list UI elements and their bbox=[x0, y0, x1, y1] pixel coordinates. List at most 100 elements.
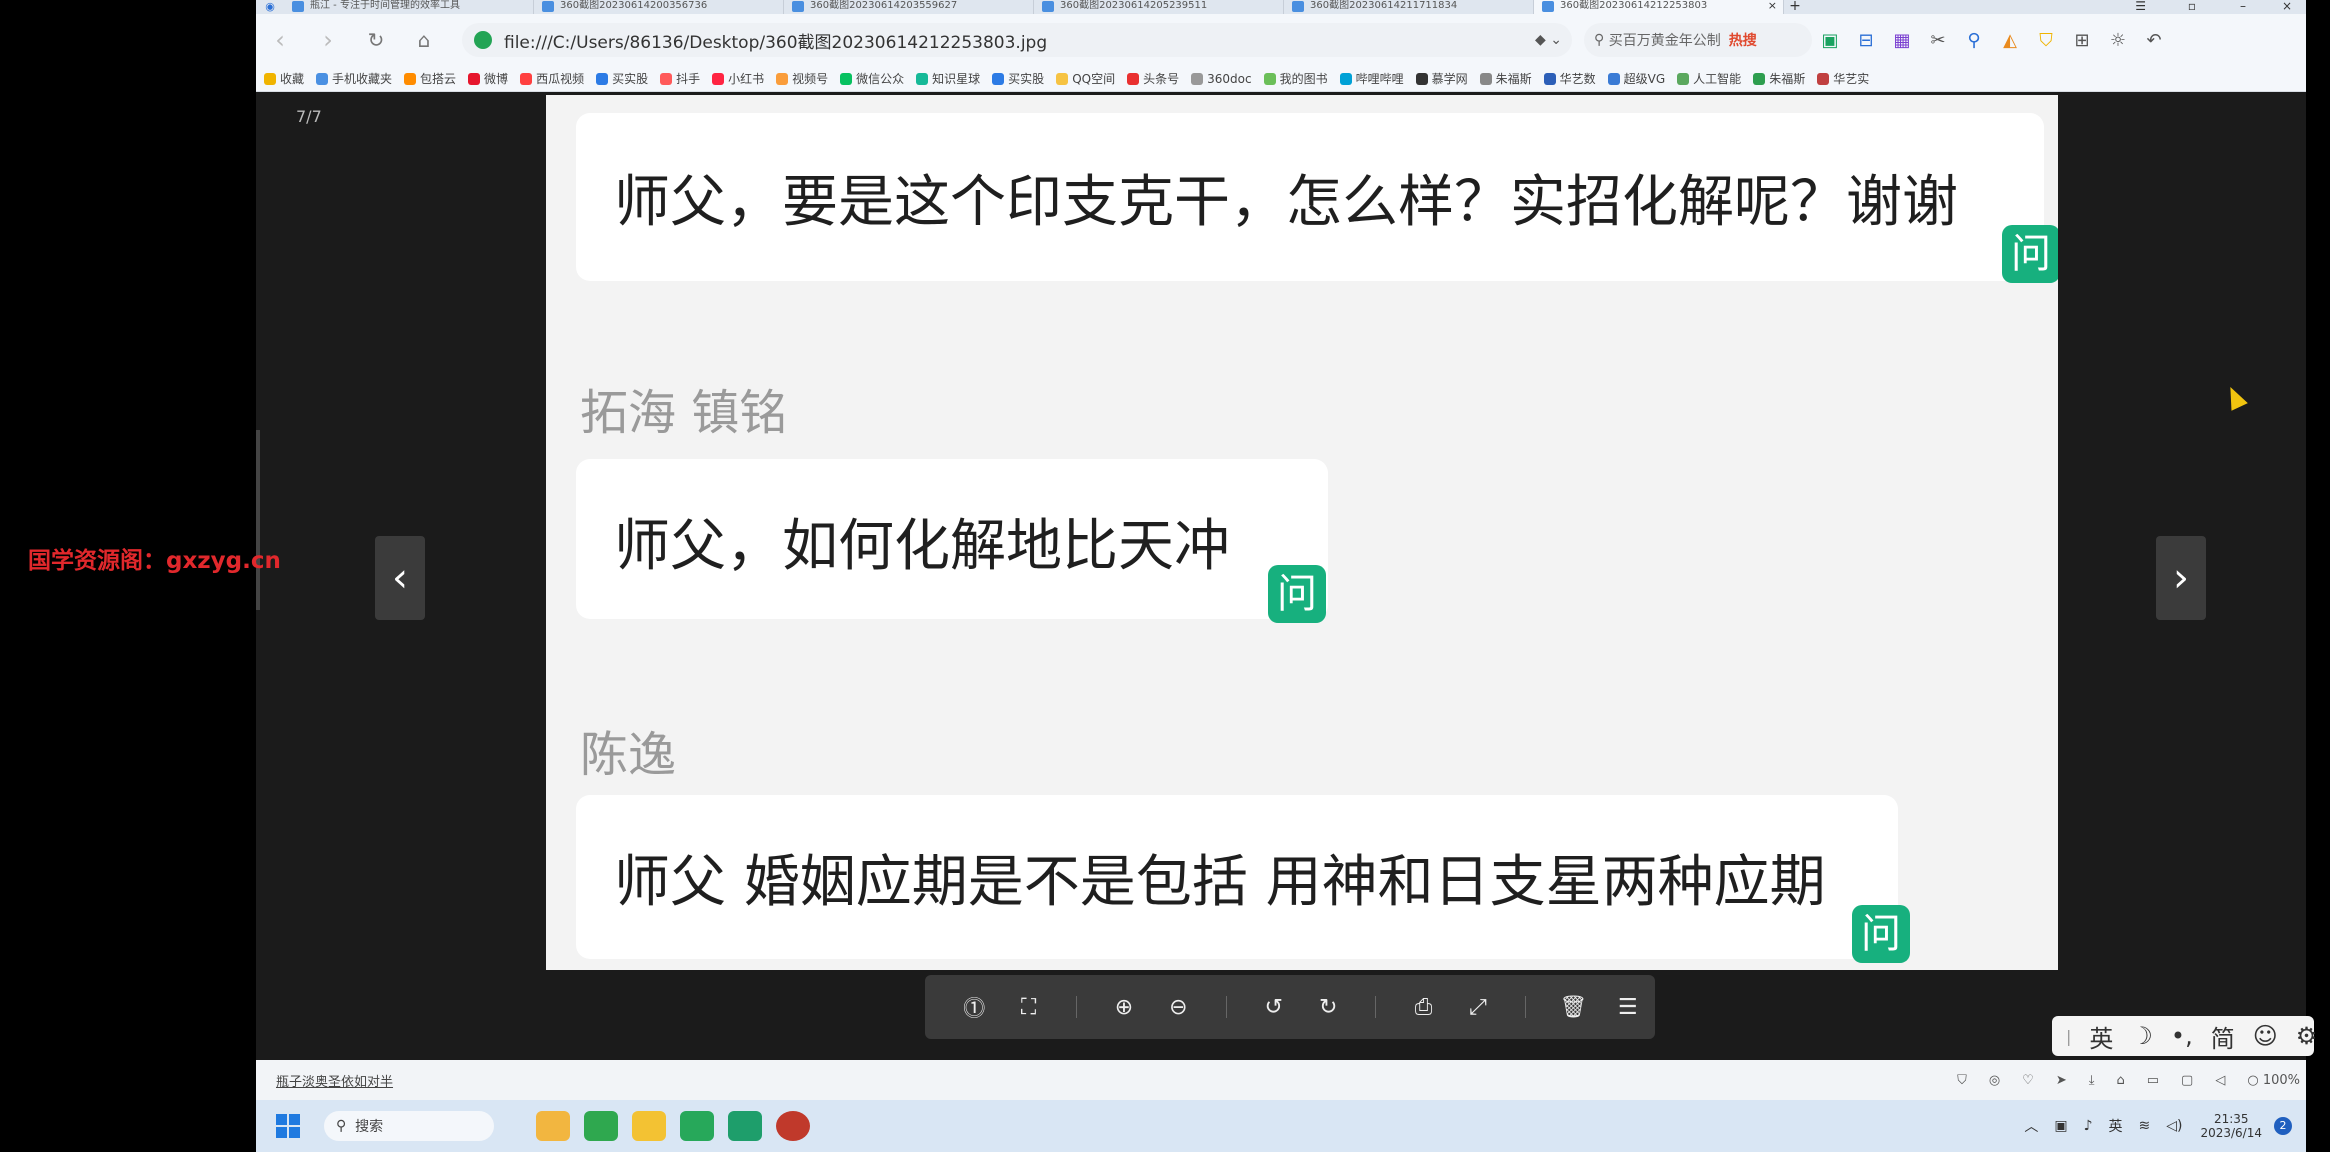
bookmark-item[interactable]: 哔哩哔哩 bbox=[1339, 70, 1404, 87]
fit-window-icon[interactable]: ⛶ bbox=[1001, 995, 1055, 1020]
bookmark-item[interactable]: 超级VG bbox=[1607, 70, 1665, 87]
screen-status-icon[interactable]: ▢ bbox=[2181, 1073, 2193, 1088]
tab-0[interactable]: 瓶江 - 专注于时间管理的效率工具 bbox=[284, 0, 534, 14]
tray-chevron-icon[interactable]: ︿ bbox=[2024, 1116, 2038, 1136]
camera-status-icon[interactable]: ◎ bbox=[1989, 1073, 2000, 1088]
ime-moon-icon[interactable]: ☽ bbox=[2131, 1022, 2153, 1050]
back-icon[interactable]: ‹ bbox=[256, 26, 304, 54]
rotate-right-icon[interactable]: ↻ bbox=[1301, 995, 1355, 1020]
rotate-left-icon[interactable]: ↺ bbox=[1247, 995, 1301, 1020]
bookmark-item[interactable]: 买实股 bbox=[992, 70, 1044, 87]
extension-grid-icon[interactable]: ▦ bbox=[1884, 30, 1920, 51]
bookmark-item[interactable]: 慕学网 bbox=[1415, 70, 1468, 87]
bookmark-item[interactable]: 视频号 bbox=[776, 70, 828, 87]
taskbar-app-screen[interactable] bbox=[728, 1111, 762, 1141]
bookmark-item[interactable]: 360doc bbox=[1191, 72, 1252, 86]
clock[interactable]: 21:35 2023/6/14 bbox=[2200, 1112, 2262, 1140]
ime-mode[interactable]: 英 bbox=[2089, 1019, 2113, 1054]
bookmark-item[interactable]: 收藏 bbox=[264, 70, 304, 87]
bookmark-item[interactable]: 知识星球 bbox=[916, 70, 980, 87]
tab-2[interactable]: 360截图20230614203559627 bbox=[784, 0, 1034, 14]
actual-size-icon[interactable]: ⓵ bbox=[947, 991, 1001, 1023]
taskbar-app-browser[interactable] bbox=[680, 1111, 714, 1141]
ime-settings-icon[interactable]: ⚙ bbox=[2296, 1022, 2318, 1050]
magnifier-icon[interactable]: ⚲ bbox=[1956, 30, 1992, 51]
home-icon[interactable]: ⌂ bbox=[400, 28, 448, 52]
bookmark-item[interactable]: 华艺数 bbox=[1543, 70, 1596, 87]
ime-simplified[interactable]: 简 bbox=[2211, 1019, 2235, 1054]
bookmark-item[interactable]: 朱福斯 bbox=[1479, 70, 1532, 87]
print-icon[interactable]: ⎙ bbox=[1396, 995, 1450, 1020]
tab-4[interactable]: 360截图20230614211711834 bbox=[1284, 0, 1534, 14]
window-close-icon[interactable]: × bbox=[2282, 0, 2292, 12]
extension-shield-icon[interactable]: ⛉ bbox=[2028, 30, 2064, 51]
scissors-icon[interactable]: ✂ bbox=[1920, 30, 1956, 51]
taskbar-app-widget[interactable] bbox=[536, 1111, 570, 1141]
notification-badge[interactable]: 2 bbox=[2274, 1117, 2292, 1135]
brightness-icon[interactable]: ☼ bbox=[2100, 30, 2136, 51]
volume-status-icon[interactable]: ◁ bbox=[2215, 1073, 2225, 1088]
tray-volume-icon[interactable]: ◁) bbox=[2166, 1118, 2182, 1134]
taskbar-app-edge[interactable] bbox=[584, 1111, 618, 1141]
tab-active[interactable]: 360截图20230614212253803 × bbox=[1534, 0, 1784, 14]
bookmark-item[interactable]: QQ空间 bbox=[1056, 70, 1115, 87]
taskbar-app-explorer[interactable] bbox=[632, 1111, 666, 1141]
heart-status-icon[interactable]: ♡ bbox=[2022, 1073, 2034, 1088]
tab-1[interactable]: 360截图20230614200356736 bbox=[534, 0, 784, 14]
taskbar-search[interactable]: ⚲ 搜索 bbox=[324, 1111, 494, 1141]
bookmark-item[interactable]: 华艺实 bbox=[1817, 70, 1869, 87]
tray-mic-icon[interactable]: ♪ bbox=[2084, 1118, 2093, 1134]
browser-logo-icon[interactable]: ◉ bbox=[256, 0, 284, 14]
next-image-button[interactable]: › bbox=[2156, 536, 2206, 620]
forward-icon[interactable]: › bbox=[304, 26, 352, 54]
previous-image-button[interactable]: ‹ bbox=[375, 536, 425, 620]
page-status-icon[interactable]: ▭ bbox=[2147, 1073, 2159, 1088]
home-status-icon[interactable]: ⌂ bbox=[2116, 1073, 2124, 1088]
zoom-in-icon[interactable]: ⊕ bbox=[1097, 995, 1151, 1020]
fullscreen-icon[interactable]: ⤢ bbox=[1451, 995, 1505, 1020]
bookmark-item[interactable]: 人工智能 bbox=[1677, 70, 1741, 87]
refresh-icon[interactable]: ↻ bbox=[352, 28, 400, 52]
bookmark-item[interactable]: 微信公众 bbox=[840, 70, 904, 87]
ime-emoji-icon[interactable]: ☺ bbox=[2253, 1022, 2278, 1050]
address-bar[interactable]: file:///C:/Users/86136/Desktop/360截图2023… bbox=[462, 23, 1572, 57]
bookmark-item[interactable]: 小红书 bbox=[712, 70, 764, 87]
send-status-icon[interactable]: ➤ bbox=[2056, 1073, 2067, 1088]
address-dropdown-icon[interactable]: ◆ ⌄ bbox=[1535, 32, 1562, 48]
bookmark-item[interactable]: 我的图书 bbox=[1263, 70, 1328, 87]
search-box[interactable]: ⚲ 买百万黄金年公制 热搜 bbox=[1584, 23, 1812, 57]
taskbar-app-record[interactable] bbox=[776, 1111, 810, 1141]
shield-status-icon[interactable]: ⛉ bbox=[1957, 1073, 1967, 1088]
tray-app-icon[interactable]: ▣ bbox=[2054, 1118, 2067, 1134]
menu-icon[interactable]: ☰ bbox=[1601, 995, 1655, 1020]
grid-apps-icon[interactable]: ⊞ bbox=[2064, 30, 2100, 51]
tab-3[interactable]: 360截图20230614205239511 bbox=[1034, 0, 1284, 14]
window-restore-icon[interactable]: ▫ bbox=[2188, 0, 2196, 12]
extension-minus-icon[interactable]: ⊟ bbox=[1848, 30, 1884, 51]
new-tab-button[interactable]: + bbox=[1784, 0, 1806, 14]
ime-punct-icon[interactable]: •, bbox=[2171, 1022, 2193, 1050]
window-minimize-icon[interactable]: – bbox=[2240, 0, 2246, 12]
bookmark-item[interactable]: 手机收藏夹 bbox=[316, 70, 392, 87]
tab-close-icon[interactable]: × bbox=[1768, 0, 1777, 12]
zoom-out-icon[interactable]: ⊖ bbox=[1151, 995, 1205, 1020]
download-status-icon[interactable]: ⤓ bbox=[2089, 1073, 2095, 1088]
extension-chat-icon[interactable]: ▣ bbox=[1812, 30, 1848, 51]
bookmark-item[interactable]: 头条号 bbox=[1127, 70, 1179, 87]
bookmark-item[interactable]: 朱福斯 bbox=[1753, 70, 1805, 87]
undo-icon[interactable]: ↶ bbox=[2136, 30, 2172, 51]
tray-wifi-icon[interactable]: ≋ bbox=[2139, 1118, 2151, 1134]
bookmark-item[interactable]: 微博 bbox=[468, 70, 508, 87]
zoom-level[interactable]: ○ 100% bbox=[2247, 1073, 2300, 1088]
start-button[interactable] bbox=[276, 1114, 300, 1138]
bookmark-item[interactable]: 包搭云 bbox=[404, 70, 456, 87]
extension-fox-icon[interactable]: ◭ bbox=[1992, 30, 2028, 51]
tray-language[interactable]: 英 bbox=[2109, 1116, 2123, 1136]
bookmark-item[interactable]: 抖手 bbox=[660, 70, 700, 87]
ime-handle-icon[interactable]: | bbox=[2066, 1027, 2071, 1046]
delete-icon[interactable]: 🗑 bbox=[1546, 995, 1600, 1020]
bookmark-item[interactable]: 买实股 bbox=[596, 70, 648, 87]
status-link[interactable]: 瓶子淡奥圣依如对半 bbox=[276, 1071, 393, 1090]
window-menu-icon[interactable]: ☰ bbox=[2135, 0, 2146, 12]
bookmark-item[interactable]: 西瓜视频 bbox=[520, 70, 584, 87]
